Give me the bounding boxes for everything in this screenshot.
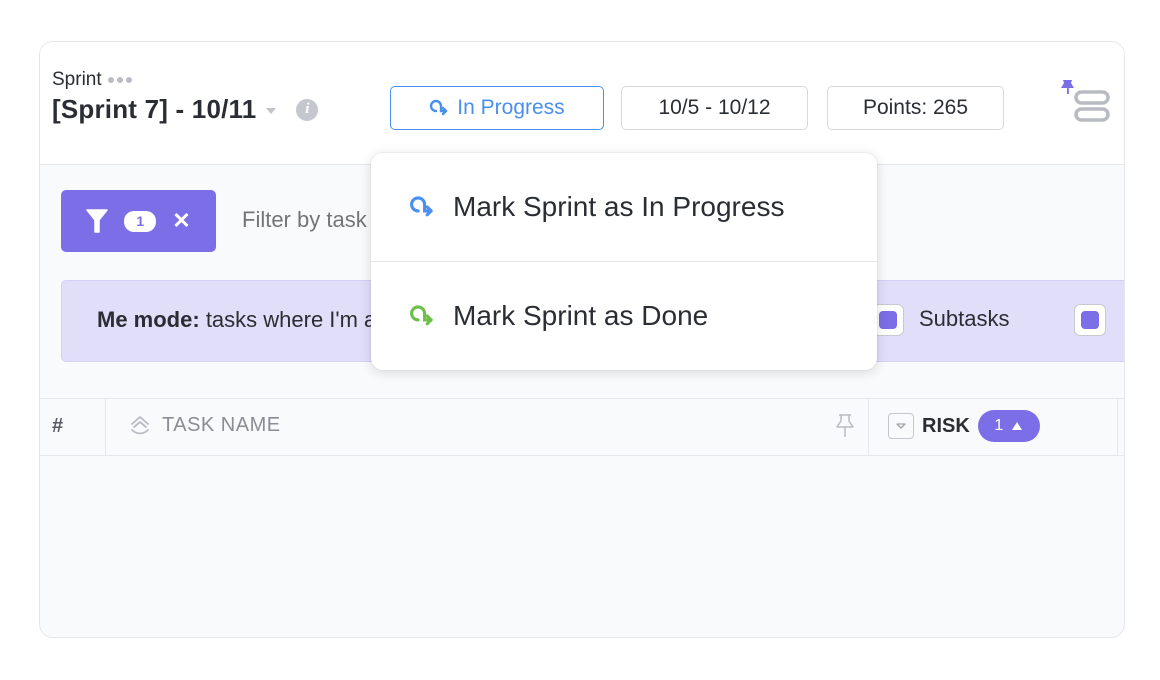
sprint-status-button[interactable]: In Progress: [390, 86, 604, 130]
column-risk[interactable]: RISK 1: [888, 410, 1040, 442]
sprint-label: Sprint: [52, 69, 102, 90]
in-progress-arrow-icon: [430, 99, 448, 116]
table-header: # TASK NAME RISK 1: [40, 398, 1124, 456]
date-range-chip[interactable]: 10/5 - 10/12: [621, 86, 808, 130]
sort-ascending-icon: [1012, 422, 1023, 430]
menu-item-label: Mark Sprint as Done: [453, 299, 709, 331]
risk-header: RISK: [922, 414, 970, 437]
filter-icon: [86, 209, 109, 233]
pin-icon[interactable]: [835, 413, 855, 439]
info-icon[interactable]: i: [296, 98, 319, 121]
sprint-status-label: In Progress: [457, 96, 565, 119]
points-label: Points: 265: [862, 96, 969, 119]
sprint-title[interactable]: [Sprint 7] - 10/11: [52, 94, 256, 125]
chevron-down-icon[interactable]: [266, 108, 277, 114]
risk-sort-badge[interactable]: 1: [977, 410, 1040, 442]
me-mode-label: Me mode:: [97, 307, 200, 332]
column-task-name[interactable]: TASK NAME: [128, 413, 281, 437]
date-range-label: 10/5 - 10/12: [658, 96, 771, 119]
menu-item-mark-done[interactable]: Mark Sprint as Done: [371, 261, 877, 369]
task-name-header: TASK NAME: [162, 413, 281, 436]
filter-task-name-input[interactable]: [240, 206, 384, 234]
clickup-logo-icon: [131, 416, 149, 435]
risk-sort-count: 1: [994, 417, 1004, 434]
dropdown-field-icon: [888, 413, 914, 439]
column-divider: [1117, 399, 1118, 455]
column-divider: [868, 399, 869, 455]
active-filter-button[interactable]: 1 ✕: [61, 190, 216, 252]
sprint-header: Sprint [Sprint 7] - 10/11 i In Progress …: [40, 42, 1124, 165]
points-chip[interactable]: Points: 265: [827, 86, 1004, 130]
sprint-label-row: Sprint: [52, 69, 132, 91]
subtasks-checkbox[interactable]: [1074, 304, 1106, 336]
sprint-status-menu: Mark Sprint as In Progress Mark Sprint a…: [371, 153, 877, 370]
menu-item-label: Mark Sprint as In Progress: [453, 191, 785, 222]
sprint-title-row: [Sprint 7] - 10/11 i: [52, 94, 319, 125]
column-divider: [105, 399, 106, 455]
in-progress-arrow-icon: [410, 196, 433, 217]
done-arrow-icon: [410, 304, 433, 325]
more-options-icon[interactable]: [107, 77, 132, 83]
pinned-rows-icon[interactable]: [1058, 76, 1114, 130]
menu-item-mark-in-progress[interactable]: Mark Sprint as In Progress: [371, 153, 877, 261]
column-number[interactable]: #: [52, 415, 63, 438]
filter-count-badge: 1: [124, 210, 157, 232]
clear-filter-icon[interactable]: ✕: [172, 208, 190, 234]
subtasks-label: Subtasks: [919, 306, 1010, 331]
